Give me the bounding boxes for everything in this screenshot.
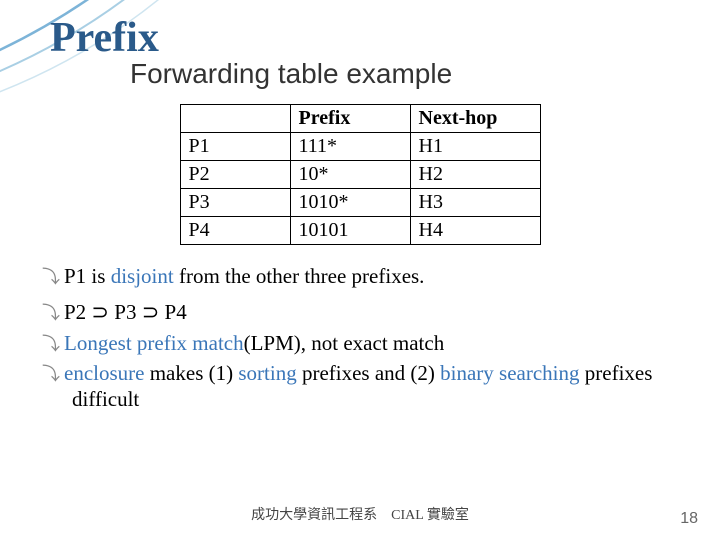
table-row: P3 1010* H3 <box>180 189 540 217</box>
table-row: P1 111* H1 <box>180 133 540 161</box>
table-header-row: Prefix Next-hop <box>180 105 540 133</box>
footer-text: 成功大學資訊工程系 CIAL 實驗室 <box>0 504 720 524</box>
bullet-2: ⤵P2 ⊃ P3 ⊃ P4 <box>42 299 680 325</box>
bullet-4: ⤵enclosure makes (1) sorting prefixes an… <box>42 360 680 413</box>
slide-subtitle: Forwarding table example <box>130 58 680 90</box>
bullet-1: ⤵P1 is disjoint from the other three pre… <box>42 263 680 289</box>
th-nexthop: Next-hop <box>410 105 540 133</box>
th-prefix: Prefix <box>290 105 410 133</box>
slide-title: Prefix <box>50 14 680 62</box>
page-number: 18 <box>680 510 698 528</box>
bullet-3: ⤵Longest prefix match(LPM), not exact ma… <box>42 330 680 356</box>
table-row: P2 10* H2 <box>180 161 540 189</box>
table-row: P4 10101 H4 <box>180 217 540 245</box>
forwarding-table: Prefix Next-hop P1 111* H1 P2 10* H2 P3 … <box>180 104 541 245</box>
th-blank <box>180 105 290 133</box>
bullet-list: ⤵P1 is disjoint from the other three pre… <box>42 263 680 412</box>
